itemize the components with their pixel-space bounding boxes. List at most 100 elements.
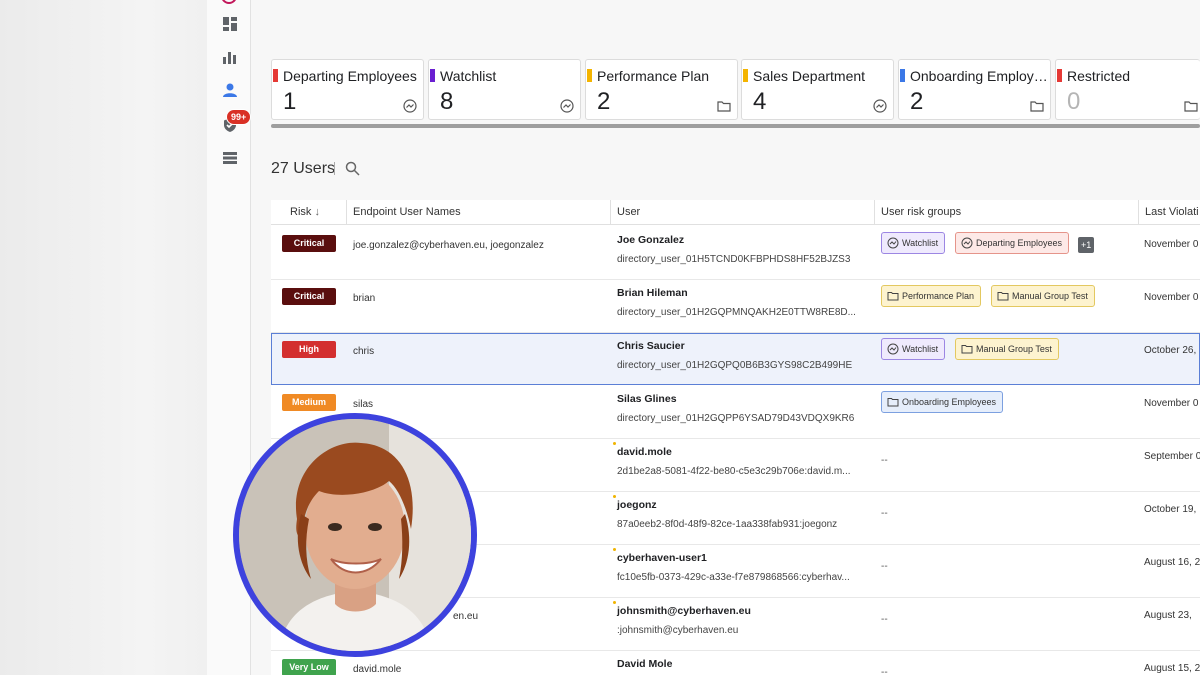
dynamic-group-icon bbox=[560, 99, 574, 113]
column-header-endpoint[interactable]: Endpoint User Names bbox=[353, 200, 461, 225]
no-groups-placeholder: -- bbox=[881, 614, 888, 625]
column-divider bbox=[346, 200, 347, 225]
sort-arrow-icon[interactable]: ↓ bbox=[314, 206, 320, 218]
risk-badge: Critical bbox=[282, 288, 336, 305]
background-panel bbox=[0, 0, 207, 675]
cards-scrollbar[interactable] bbox=[271, 124, 1200, 128]
risk-group-card[interactable]: Departing Employees 1 bbox=[271, 59, 424, 120]
group-count: 2 bbox=[910, 88, 924, 115]
last-violation-date: August 16, 2 bbox=[1144, 557, 1200, 568]
folder-icon bbox=[997, 290, 1009, 302]
group-title: Onboarding Employees bbox=[910, 68, 1048, 84]
status-dot bbox=[613, 442, 616, 445]
group-color-stripe bbox=[273, 69, 278, 82]
last-violation-date: November 0 bbox=[1144, 398, 1199, 409]
group-title: Restricted bbox=[1067, 68, 1131, 84]
risk-group-card[interactable]: Onboarding Employees 2 bbox=[898, 59, 1051, 120]
person-icon[interactable] bbox=[222, 82, 238, 98]
dashboard-icon[interactable] bbox=[222, 16, 238, 32]
risk-group-chip[interactable]: Departing Employees bbox=[955, 232, 1070, 254]
last-violation-date: September 0 bbox=[1144, 451, 1200, 462]
no-groups-placeholder: -- bbox=[881, 561, 888, 572]
user-id: directory_user_01H2GQPP6YSAD79D43VDQX9KR… bbox=[617, 413, 855, 424]
group-color-stripe bbox=[1057, 69, 1062, 82]
endpoint-names: brian bbox=[353, 293, 376, 304]
folder-icon bbox=[887, 396, 899, 408]
risk-group-chip[interactable]: Watchlist bbox=[881, 338, 946, 360]
chip-label: Departing Employees bbox=[976, 238, 1063, 248]
group-color-stripe bbox=[587, 69, 592, 82]
group-color-stripe bbox=[900, 69, 905, 82]
table-header: Risk ↓ Endpoint User Names User User ris… bbox=[271, 200, 1200, 225]
presenter-avatar bbox=[233, 413, 477, 657]
column-header-last-violation[interactable]: Last Violati bbox=[1145, 200, 1199, 225]
user-name[interactable]: Brian Hileman bbox=[617, 287, 688, 299]
chip-label: Manual Group Test bbox=[1012, 291, 1088, 301]
user-name[interactable]: cyberhaven-user1 bbox=[617, 552, 707, 564]
user-id: 2d1be2a8-5081-4f22-be80-c5e3c29b706e:dav… bbox=[617, 466, 851, 477]
user-id: :johnsmith@cyberhaven.eu bbox=[617, 625, 739, 636]
notification-badge: 99+ bbox=[226, 109, 252, 125]
user-name[interactable]: Silas Glines bbox=[617, 393, 677, 405]
search-icon[interactable] bbox=[345, 161, 360, 176]
bar-chart-icon[interactable] bbox=[222, 49, 238, 65]
user-name[interactable]: Chris Saucier bbox=[617, 340, 685, 352]
risk-group-card[interactable]: Watchlist 8 bbox=[428, 59, 581, 120]
group-title: Sales Department bbox=[753, 68, 866, 84]
group-count: 4 bbox=[753, 88, 767, 115]
list-icon[interactable] bbox=[222, 150, 238, 166]
folder-icon bbox=[961, 343, 973, 355]
table-row[interactable]: Very Low david.mole David Mole -- August… bbox=[271, 651, 1200, 675]
risk-group-chip[interactable]: Manual Group Test bbox=[955, 338, 1059, 360]
status-dot bbox=[613, 601, 616, 604]
table-row[interactable]: Critical brian Brian Hileman directory_u… bbox=[271, 280, 1200, 333]
risk-group-chip[interactable]: Watchlist bbox=[881, 232, 946, 254]
folder-icon bbox=[1030, 99, 1044, 113]
more-groups-badge[interactable]: +1 bbox=[1078, 237, 1095, 253]
last-violation-date: October 26, bbox=[1144, 345, 1197, 356]
risk-badge: Very Low bbox=[282, 659, 336, 675]
chip-label: Onboarding Employees bbox=[902, 397, 997, 407]
risk-group-chip[interactable]: Manual Group Test bbox=[991, 285, 1095, 307]
risk-badge: Critical bbox=[282, 235, 336, 252]
last-violation-date: November 0 bbox=[1144, 239, 1199, 250]
chip-label: Watchlist bbox=[902, 238, 939, 248]
dynamic-group-icon bbox=[403, 99, 417, 113]
user-name[interactable]: joegonz bbox=[617, 499, 657, 511]
risk-group-card[interactable]: Restricted 0 bbox=[1055, 59, 1200, 120]
column-header-user[interactable]: User bbox=[617, 200, 640, 225]
folder-icon bbox=[887, 290, 899, 302]
table-row[interactable]: Critical joe.gonzalez@cyberhaven.eu, joe… bbox=[271, 227, 1200, 280]
user-name[interactable]: david.mole bbox=[617, 446, 672, 458]
chip-label: Performance Plan bbox=[902, 291, 975, 301]
last-violation-date: August 23, bbox=[1144, 610, 1192, 621]
dynamic-group-icon bbox=[887, 343, 899, 355]
last-violation-date: October 19, bbox=[1144, 504, 1197, 515]
risk-group-card[interactable]: Performance Plan 2 bbox=[585, 59, 738, 120]
user-id: directory_user_01H2GQPMNQAKH2E0TTW8RE8D.… bbox=[617, 307, 856, 318]
table-row-selected[interactable]: High chris Chris Saucier directory_user_… bbox=[271, 333, 1200, 385]
user-name[interactable]: johnsmith@cyberhaven.eu bbox=[617, 605, 751, 617]
folder-icon bbox=[1184, 99, 1198, 113]
user-id: fc10e5fb-0373-429c-a33e-f7e879868566:cyb… bbox=[617, 572, 850, 583]
risk-group-chip[interactable]: Onboarding Employees bbox=[881, 391, 1004, 413]
folder-icon bbox=[717, 99, 731, 113]
group-count: 1 bbox=[283, 88, 297, 115]
column-header-risk-groups[interactable]: User risk groups bbox=[881, 200, 961, 225]
column-divider bbox=[1138, 200, 1139, 225]
app-logo-icon[interactable] bbox=[221, 0, 237, 4]
column-header-risk[interactable]: Risk ↓ bbox=[290, 200, 320, 225]
endpoint-names: david.mole bbox=[353, 664, 402, 675]
user-name[interactable]: David Mole bbox=[617, 658, 672, 670]
endpoint-names: en.eu bbox=[453, 611, 479, 622]
user-id: 87a0eeb2-8f0d-48f9-82ce-1aa338fab931:joe… bbox=[617, 519, 838, 530]
risk-group-card[interactable]: Sales Department 4 bbox=[741, 59, 894, 120]
column-divider bbox=[874, 200, 875, 225]
endpoint-names: joe.gonzalez@cyberhaven.eu, joegonzalez bbox=[353, 240, 544, 251]
group-color-stripe bbox=[430, 69, 435, 82]
risk-group-chip[interactable]: Performance Plan bbox=[881, 285, 982, 307]
user-name[interactable]: Joe Gonzalez bbox=[617, 234, 684, 246]
no-groups-placeholder: -- bbox=[881, 508, 888, 519]
group-color-stripe bbox=[743, 69, 748, 82]
group-title: Watchlist bbox=[440, 68, 497, 84]
